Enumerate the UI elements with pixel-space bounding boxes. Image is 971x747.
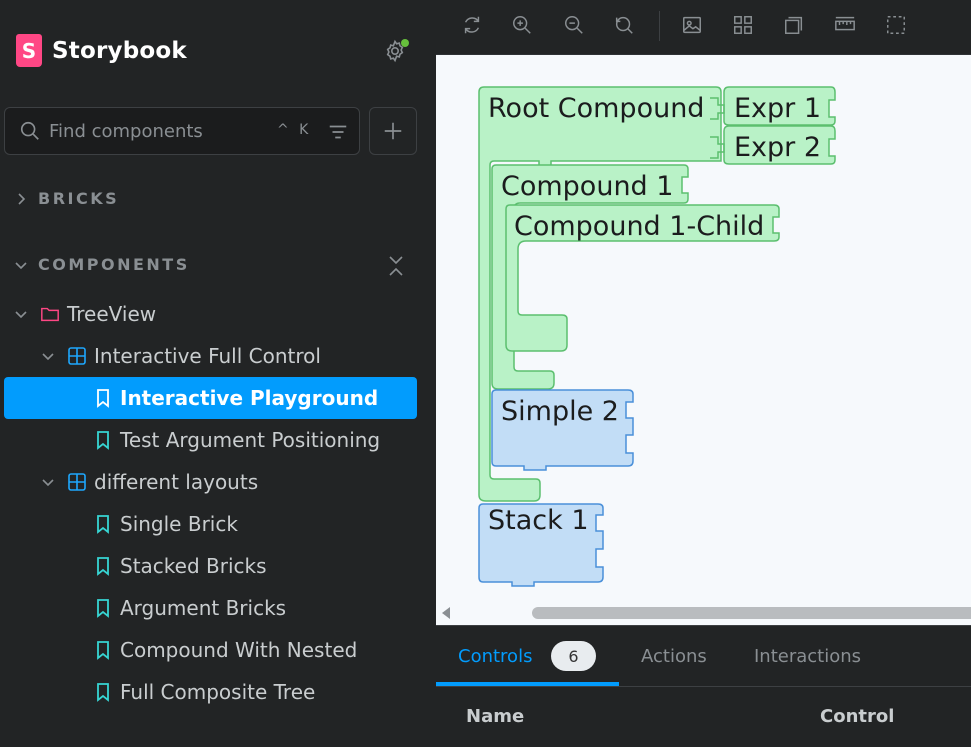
- background-image-icon[interactable]: [681, 14, 705, 38]
- controls-count-badge: 6: [551, 641, 596, 671]
- zoom-out-icon[interactable]: [563, 14, 587, 38]
- brick-label: Compound 1: [501, 171, 673, 202]
- tree-story-label: Test Argument Positioning: [120, 428, 381, 452]
- canvas-toolbar: [436, 0, 971, 55]
- tab-controls[interactable]: Controls: [458, 646, 532, 667]
- tree-story-interactive-playground[interactable]: Interactive Playground: [4, 377, 417, 419]
- chevron-down-icon: [42, 353, 54, 361]
- section-bricks[interactable]: BRICKS: [14, 189, 119, 208]
- tree-story-label: Interactive Playground: [120, 386, 379, 410]
- tree-folder-treeview[interactable]: TreeView: [4, 293, 417, 335]
- brick-label: Root Compound: [488, 93, 704, 124]
- brick-label: Stack 1: [488, 505, 589, 536]
- active-tab-indicator: [436, 682, 619, 686]
- component-icon: [67, 472, 87, 492]
- settings-gear-icon[interactable]: [383, 39, 409, 65]
- bookmark-icon: [93, 514, 113, 534]
- component-icon: [67, 346, 87, 366]
- brick-label: Compound 1-Child: [514, 211, 764, 242]
- brick-label: Expr 2: [734, 132, 821, 163]
- grid-icon[interactable]: [732, 14, 756, 38]
- brand[interactable]: S Storybook: [16, 34, 187, 67]
- search-icon: [20, 121, 39, 140]
- scrollbar-thumb[interactable]: [532, 607, 971, 619]
- bookmark-icon: [93, 640, 113, 660]
- outline-icon[interactable]: [885, 14, 909, 38]
- tree-story-label: Compound With Nested: [120, 638, 358, 662]
- tree-group-interactive-full-control[interactable]: Interactive Full Control: [4, 335, 417, 377]
- tree-story-label: Single Brick: [120, 512, 238, 536]
- storybook-logo-icon: S: [16, 34, 42, 67]
- bookmark-icon: [93, 682, 113, 702]
- add-story-button[interactable]: [369, 107, 417, 155]
- section-bricks-label: BRICKS: [38, 189, 120, 208]
- brick-label: Expr 1: [734, 93, 821, 124]
- addons-tabs: Controls 6 Actions Interactions: [436, 626, 971, 687]
- plus-icon: [384, 122, 402, 140]
- status-dot: [401, 39, 409, 47]
- tree-story-compound-with-nested[interactable]: Compound With Nested: [4, 629, 417, 671]
- tree-story-label: Stacked Bricks: [120, 554, 267, 578]
- search-input[interactable]: [49, 120, 249, 142]
- tree-story-stacked-bricks[interactable]: Stacked Bricks: [4, 545, 417, 587]
- tab-interactions[interactable]: Interactions: [754, 646, 861, 667]
- addons-panel: Controls 6 Actions Interactions Name Con…: [436, 625, 971, 747]
- chevron-down-icon: [15, 311, 27, 319]
- collapse-all-icon[interactable]: [386, 254, 406, 278]
- search-box[interactable]: ^ K: [4, 107, 360, 155]
- tree-story-test-argument-positioning[interactable]: Test Argument Positioning: [4, 419, 417, 461]
- tree-group-different-layouts[interactable]: different layouts: [4, 461, 417, 503]
- tree-story-full-composite-tree[interactable]: Full Composite Tree: [4, 671, 417, 713]
- tab-actions[interactable]: Actions: [641, 646, 707, 667]
- remount-icon[interactable]: [461, 14, 485, 38]
- sidebar: S Storybook ^ K BRICKS COMPONENTS TreeVi…: [0, 0, 436, 747]
- tree-story-label: Full Composite Tree: [120, 680, 316, 704]
- chevron-right-icon: [18, 192, 26, 205]
- bookmark-icon: [93, 556, 113, 576]
- measure-icon[interactable]: [834, 14, 858, 38]
- zoom-in-icon[interactable]: [511, 14, 535, 38]
- bookmark-icon: [93, 598, 113, 618]
- tree-story-argument-bricks[interactable]: Argument Bricks: [4, 587, 417, 629]
- table-header-control: Control: [820, 706, 895, 727]
- tree-group-label: Interactive Full Control: [94, 344, 321, 368]
- filter-icon[interactable]: [327, 121, 349, 143]
- brick-label: Simple 2: [501, 396, 619, 427]
- chevron-down-icon: [42, 479, 54, 487]
- tree-story-single-brick[interactable]: Single Brick: [4, 503, 417, 545]
- horizontal-scrollbar[interactable]: [436, 600, 971, 625]
- folder-icon: [40, 304, 60, 324]
- table-header-name: Name: [466, 706, 525, 727]
- tree-group-label: different layouts: [94, 470, 259, 494]
- bookmark-icon: [93, 430, 113, 450]
- tree-folder-label: TreeView: [67, 302, 157, 326]
- viewport-icon[interactable]: [783, 14, 807, 38]
- bookmark-icon: [93, 388, 113, 408]
- app-title: Storybook: [52, 37, 187, 64]
- search-shortcut: ^ K: [277, 122, 312, 138]
- chevron-down-icon: [15, 261, 27, 269]
- section-components-label: COMPONENTS: [38, 255, 190, 274]
- tree-story-label: Argument Bricks: [120, 596, 287, 620]
- reset-zoom-icon[interactable]: [613, 14, 637, 38]
- scroll-left-icon[interactable]: [442, 607, 450, 619]
- toolbar-divider: [659, 11, 660, 41]
- story-canvas: Root Compound Expr 1 Expr 2 Compound 1 C…: [436, 55, 971, 625]
- section-components[interactable]: COMPONENTS: [14, 255, 190, 274]
